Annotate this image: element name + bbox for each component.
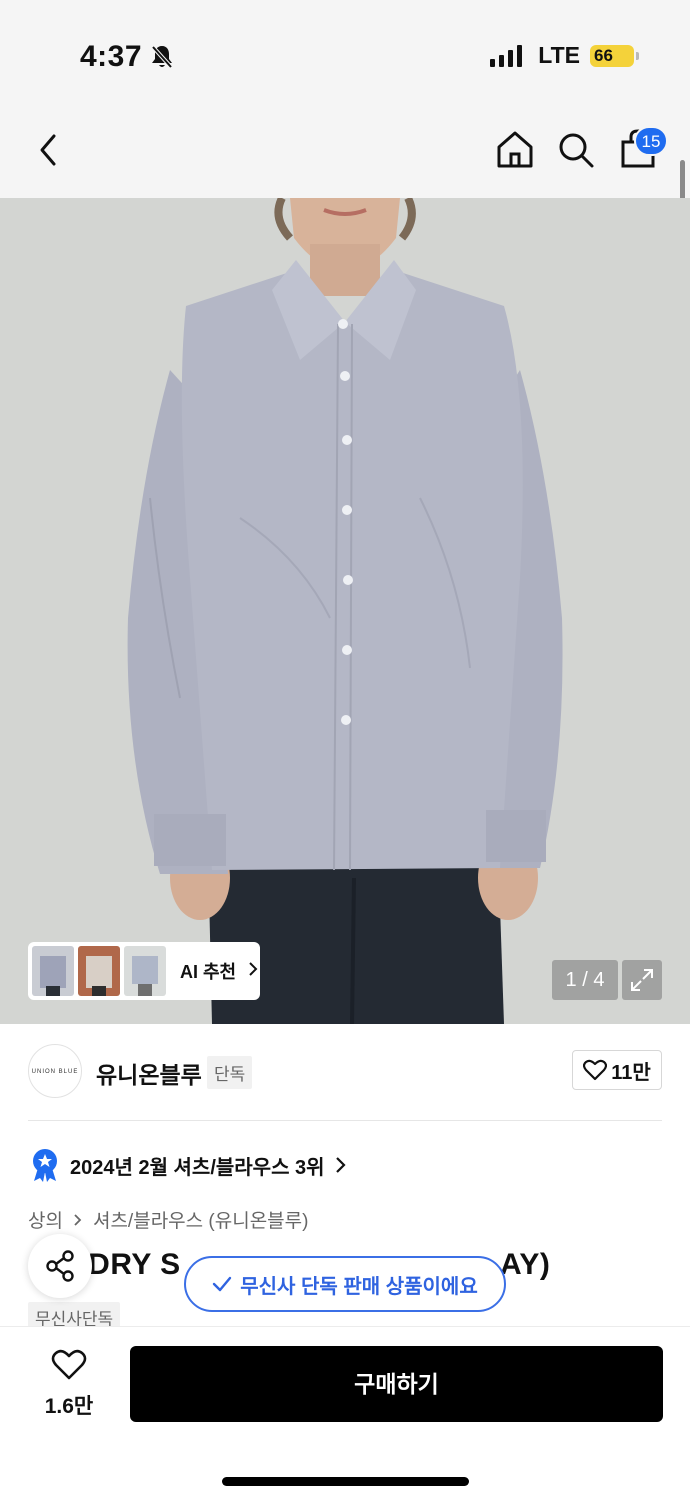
- top-nav: [0, 98, 690, 198]
- back-icon[interactable]: [34, 132, 62, 173]
- heart-icon: [51, 1349, 87, 1380]
- breadcrumb-item-subcategory[interactable]: 셔츠/블라우스 (유니온블루): [93, 1206, 309, 1233]
- ai-recommend-card[interactable]: AI 추천: [28, 942, 260, 1000]
- chevron-right-icon: [74, 1213, 82, 1226]
- brand-like-button[interactable]: 11만: [572, 1050, 662, 1090]
- ranking-text: 2024년 2월 셔츠/블라우스 3위: [70, 1156, 325, 1179]
- status-time: 4:37: [80, 40, 143, 73]
- brand-name[interactable]: 유니온블루: [96, 1056, 202, 1090]
- toast-text: 무신사 단독 판매 상품이에요: [240, 1275, 478, 1298]
- breadcrumb: 상의 셔츠/블라우스 (유니온블루): [28, 1206, 308, 1233]
- status-indicators: LTE 66: [490, 42, 639, 69]
- product-photo-shirt: [0, 198, 690, 1024]
- home-indicator: [222, 1477, 469, 1486]
- ai-thumb-3: [124, 946, 166, 996]
- battery-level: 66: [594, 45, 613, 65]
- expand-button[interactable]: [622, 960, 662, 1000]
- award-badge-icon: [33, 1149, 57, 1182]
- image-counter: 1 / 4: [552, 960, 618, 1000]
- breadcrumb-item-category[interactable]: 상의: [28, 1206, 63, 1233]
- buy-button[interactable]: 구매하기: [130, 1346, 663, 1422]
- signal-icon: [490, 44, 523, 67]
- brand-logo[interactable]: UNION BLUE: [28, 1044, 82, 1098]
- bottom-action-bar: 1.6만 구매하기: [0, 1326, 690, 1500]
- status-bar: 4:37 LTE 66: [0, 0, 690, 98]
- chevron-right-icon: [248, 961, 258, 982]
- product-title-end: AY): [500, 1248, 551, 1281]
- wishlist-button[interactable]: 1.6만: [34, 1349, 104, 1420]
- ai-thumb-2: [78, 946, 120, 996]
- share-button[interactable]: [28, 1234, 92, 1298]
- brand-like-count: 11만: [611, 1061, 651, 1084]
- exclusive-toast: 무신사 단독 판매 상품이에요: [184, 1256, 506, 1312]
- home-icon[interactable]: [494, 128, 536, 175]
- share-icon: [46, 1250, 74, 1282]
- bell-muted-icon: [150, 44, 174, 75]
- product-image[interactable]: AI 추천 1 / 4: [0, 198, 690, 1024]
- check-icon: [213, 1276, 232, 1292]
- ai-recommend-label: AI 추천: [180, 962, 237, 982]
- chevron-right-icon: [335, 1157, 346, 1173]
- ranking-row[interactable]: 2024년 2월 셔츠/블라우스 3위: [30, 1148, 347, 1182]
- network-type: LTE: [538, 42, 580, 68]
- brand-row: UNION BLUE 유니온블루 단독 11만: [0, 1024, 690, 1120]
- search-icon[interactable]: [556, 130, 596, 175]
- cart-count-badge: 15: [634, 126, 668, 156]
- brand-exclusive-tag: 단독: [207, 1056, 253, 1089]
- expand-icon: [631, 969, 653, 991]
- divider: [28, 1120, 662, 1121]
- battery-icon: 66: [590, 44, 639, 67]
- wishlist-count: 1.6만: [44, 1395, 94, 1418]
- heart-icon: [583, 1059, 608, 1081]
- ai-thumb-1: [32, 946, 74, 996]
